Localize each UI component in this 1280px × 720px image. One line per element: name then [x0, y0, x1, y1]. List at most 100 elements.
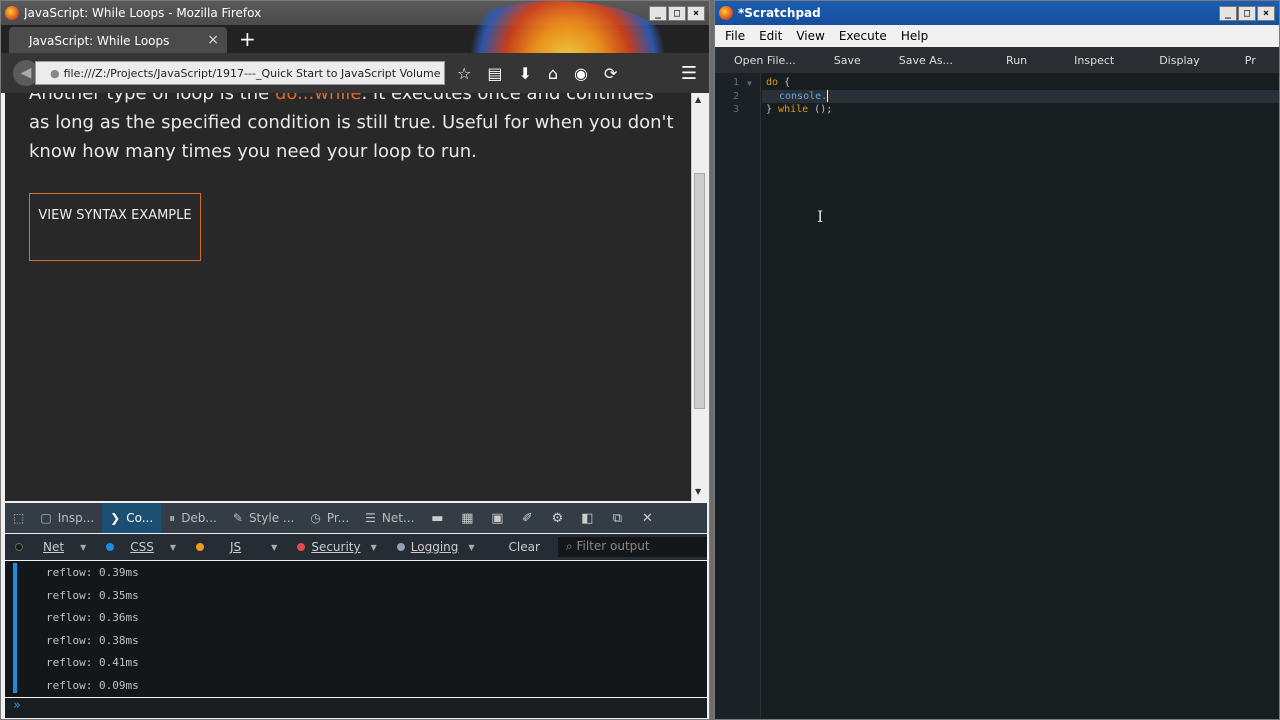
console-icon: ❯ [110, 511, 121, 525]
js-dot-icon [196, 543, 205, 551]
new-tab-button[interactable]: + [239, 27, 256, 51]
tab-style-editor[interactable]: ✎ Style ... [225, 503, 302, 533]
tab-debugger[interactable]: ⏸ Deb... [161, 503, 225, 533]
clear-button[interactable]: Clear [499, 540, 550, 554]
menu-file[interactable]: File [725, 29, 745, 43]
filter-net[interactable]: Net ▼ [5, 540, 96, 554]
inspect-button[interactable]: Inspect [1046, 54, 1133, 67]
pick-element-icon[interactable]: ⬚ [5, 503, 32, 533]
tab-label: Insp... [57, 511, 95, 525]
current-line-highlight [762, 90, 1279, 103]
tab-inspector[interactable]: ▢ Insp... [32, 503, 102, 533]
tab-while-loops[interactable]: JavaScript: While Loops × [9, 27, 227, 53]
para-text-start: Another type of loop is the [29, 93, 275, 104]
run-button[interactable]: Run [972, 54, 1046, 67]
menu-edit[interactable]: Edit [759, 29, 782, 43]
filter-label: CSS [130, 540, 154, 554]
code-text: { [778, 77, 791, 88]
text-cursor [827, 90, 828, 102]
save-as-button[interactable]: Save As... [880, 54, 972, 67]
bookmark-star-icon[interactable]: ☆ [457, 64, 471, 83]
save-button[interactable]: Save [815, 54, 880, 67]
view-syntax-example-button[interactable]: VIEW SYNTAX EXAMPLE [29, 193, 201, 261]
page-scrollbar[interactable]: ▲ ▼ [691, 93, 707, 501]
chevron-down-icon: ▼ [271, 542, 278, 552]
home-icon[interactable]: ⌂ [548, 64, 558, 83]
loop-description: Another type of loop is the do...while. … [29, 93, 679, 166]
filter-output-input[interactable]: ⌕ Filter output [557, 537, 707, 557]
menu-help[interactable]: Help [901, 29, 928, 43]
navigation-bar: ◀ ● file:///Z:/Projects/JavaScript/1917-… [1, 53, 709, 93]
close-button[interactable]: × [1257, 5, 1275, 21]
close-devtools-icon[interactable]: ✕ [632, 511, 662, 526]
close-button[interactable]: × [687, 5, 705, 21]
display-button[interactable]: Display [1133, 54, 1219, 67]
keyword-do: do [766, 77, 779, 88]
filter-css[interactable]: CSS ▼ [96, 540, 186, 554]
pretty-print-button[interactable]: Pr [1219, 54, 1275, 67]
minimize-button[interactable]: _ [649, 5, 667, 21]
net-dot-icon [15, 543, 23, 551]
maximize-button[interactable]: □ [668, 5, 686, 21]
tab-performance[interactable]: ◷ Pr... [302, 503, 357, 533]
code-line-3: } while (); [766, 104, 832, 115]
code-text: } [766, 104, 779, 115]
undock-icon[interactable]: ⧉ [602, 511, 632, 526]
do-while-link[interactable]: do...while [275, 93, 362, 104]
minimize-button[interactable]: _ [1219, 5, 1237, 21]
scroll-thumb[interactable] [694, 173, 705, 409]
line-number: 2 [733, 91, 740, 102]
code-editor[interactable]: 1 ▼ 2 3 do { console. } while (); I [715, 73, 1279, 719]
sync-icon[interactable]: ⟳ [604, 64, 617, 83]
prompt-chevron-icon: » [13, 698, 21, 713]
tab-console[interactable]: ❯ Co... [102, 503, 162, 533]
split-console-icon[interactable]: ▬ [422, 511, 452, 526]
filter-label: Net [43, 540, 65, 554]
mouse-ibeam-icon: I [817, 207, 824, 226]
scroll-down-icon[interactable]: ▼ [695, 487, 701, 496]
reading-list-icon[interactable]: ▤ [487, 64, 502, 83]
clear-label: Clear [508, 540, 540, 554]
log-line: reflow: 0.38ms [46, 634, 139, 647]
tab-strip: JavaScript: While Loops × + [1, 1, 709, 101]
page-content: Another type of loop is the do...while. … [5, 93, 691, 501]
console-filter-bar: Net ▼ CSS ▼ JS ▼ Security ▼ Logging ▼ Clear ⌕… [5, 534, 707, 560]
menu-view[interactable]: View [796, 29, 824, 43]
code-line-2: console. [779, 91, 827, 102]
scroll-up-icon[interactable]: ▲ [695, 95, 701, 104]
url-bar[interactable]: ● file:///Z:/Projects/JavaScript/1917---… [35, 61, 445, 85]
security-dot-icon [297, 543, 306, 551]
scratchpad-window: *Scratchpad _ □ × File Edit View Execute… [714, 0, 1280, 720]
eyedropper-icon[interactable]: ✐ [512, 511, 542, 526]
tab-network[interactable]: ☰ Net... [357, 503, 422, 533]
settings-gear-icon[interactable]: ⚙ [542, 511, 572, 526]
network-icon: ☰ [365, 511, 376, 525]
menu-execute[interactable]: Execute [839, 29, 887, 43]
console-output: reflow: 0.39ms reflow: 0.35ms reflow: 0.… [5, 561, 707, 697]
responsive-mode-icon[interactable]: ▣ [482, 511, 512, 526]
log-group-bar [13, 563, 17, 693]
dock-side-icon[interactable]: ◧ [572, 511, 602, 526]
code-text: (); [808, 104, 833, 115]
tab-close-icon[interactable]: × [207, 32, 219, 48]
tab-label: Net... [381, 511, 415, 525]
style-editor-icon: ✎ [232, 511, 243, 525]
filter-logging[interactable]: Logging ▼ [387, 540, 485, 554]
logging-dot-icon [396, 543, 405, 551]
open-file-button[interactable]: Open File... [715, 54, 815, 67]
log-line: reflow: 0.09ms [46, 679, 139, 692]
scratchpad-icon[interactable]: ▦ [452, 511, 482, 526]
console-input[interactable]: » [5, 698, 707, 718]
filter-placeholder: Filter output [576, 539, 650, 553]
hamburger-menu-icon[interactable]: ☰ [681, 63, 697, 84]
fold-arrow-icon[interactable]: ▼ [747, 79, 752, 88]
maximize-button[interactable]: □ [1238, 5, 1256, 21]
filter-security[interactable]: Security ▼ [287, 540, 386, 554]
extension-icon[interactable]: ◉ [574, 64, 588, 83]
keyword-while: while [778, 104, 809, 115]
scratchpad-titlebar[interactable]: *Scratchpad _ □ × [715, 1, 1279, 25]
filter-js[interactable]: JS ▼ [186, 540, 287, 554]
download-icon[interactable]: ⬇ [518, 64, 531, 83]
line-number: 3 [733, 104, 740, 115]
firefox-window: JavaScript: While Loops - Mozilla Firefo… [0, 0, 710, 720]
